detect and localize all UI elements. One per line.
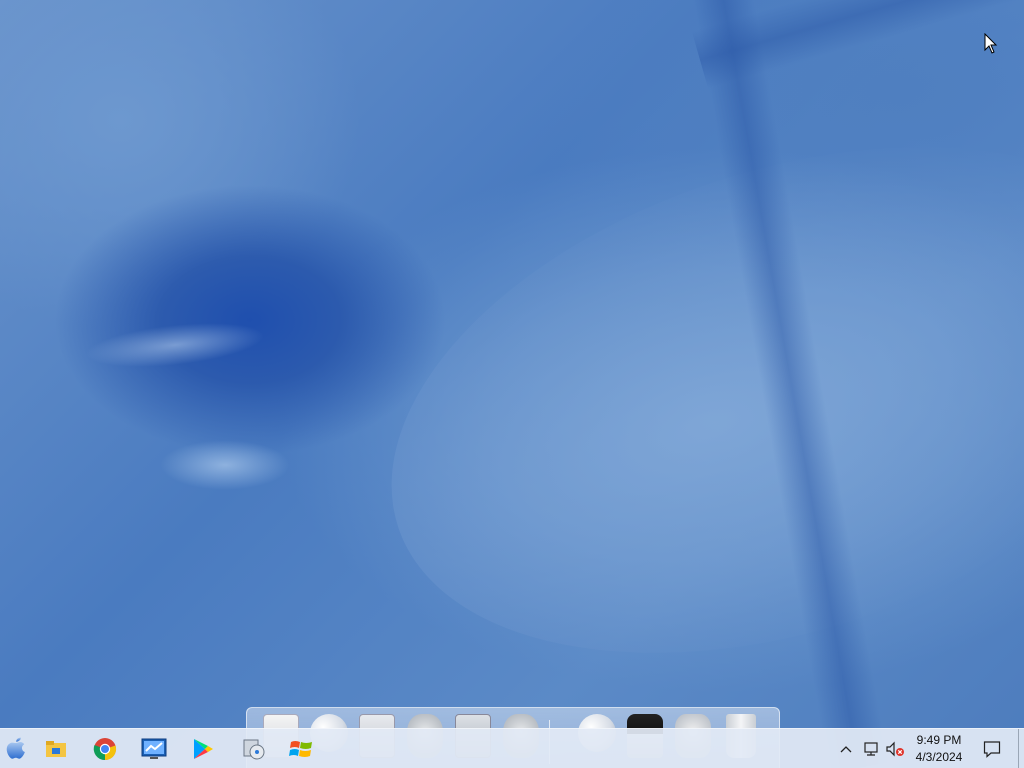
installer-icon[interactable] <box>230 729 278 768</box>
windows-icon[interactable] <box>277 729 325 768</box>
desktop-wallpaper <box>0 0 1024 768</box>
wallpaper-highlight <box>160 440 290 490</box>
volume-muted-icon[interactable] <box>882 729 908 768</box>
chrome-icon[interactable] <box>81 729 129 768</box>
show-hidden-icons-chevron-icon[interactable] <box>834 729 858 768</box>
show-desktop-button[interactable] <box>1018 729 1024 768</box>
clock-date: 4/3/2024 <box>915 750 963 764</box>
wallpaper-highlight <box>83 315 267 375</box>
taskbar: 9:49 PM 4/3/2024 <box>0 728 1024 768</box>
network-status-icon[interactable] <box>858 729 884 768</box>
file-explorer-icon[interactable] <box>32 729 80 768</box>
remote-desktop-icon[interactable] <box>130 729 178 768</box>
clock[interactable]: 9:49 PM 4/3/2024 <box>910 729 968 768</box>
clock-time: 9:49 PM <box>916 733 962 747</box>
wallpaper-sweep <box>326 54 1024 746</box>
play-store-icon[interactable] <box>179 729 227 768</box>
notifications-icon[interactable] <box>978 729 1006 768</box>
mouse-cursor-icon <box>984 33 998 54</box>
